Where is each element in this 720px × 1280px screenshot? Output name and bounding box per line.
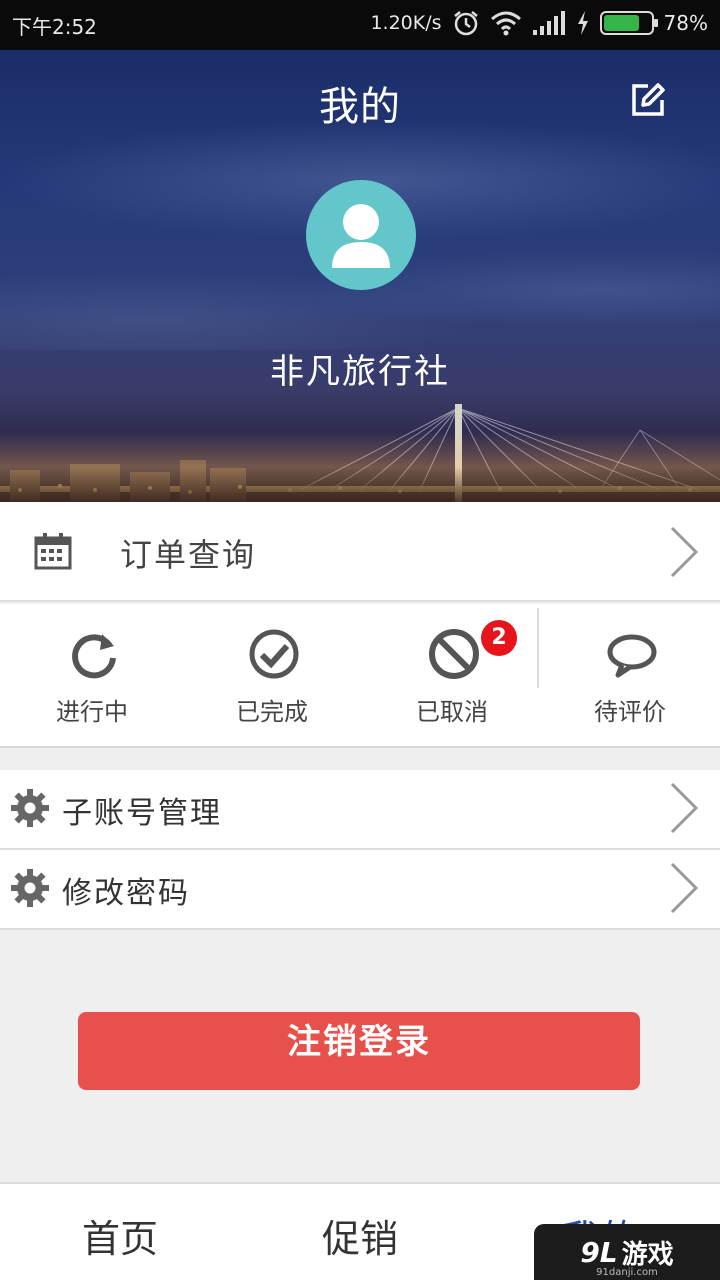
page-title: 我的: [319, 84, 401, 130]
tab-completed[interactable]: 已完成: [182, 604, 362, 748]
order-query-label: 订单查询: [120, 536, 257, 574]
username: 非凡旅行社: [270, 352, 450, 392]
tab-pending-review[interactable]: 待评价: [540, 604, 720, 748]
signal-icon: [532, 11, 565, 35]
watermark-logo: 9L: [580, 1235, 618, 1269]
tab-cancelled[interactable]: 已取消: [362, 604, 542, 748]
charging-icon: [577, 11, 588, 35]
chevron-right-icon: [670, 782, 699, 834]
tab-label: 已完成: [236, 698, 308, 726]
chevron-right-icon: [670, 526, 699, 578]
refresh-icon: [72, 634, 116, 679]
settings-list: 子账号管理 修改密码: [0, 770, 720, 930]
nav-home[interactable]: 首页: [82, 1208, 158, 1263]
watermark-text: 游戏: [621, 1239, 674, 1270]
city-lights: [0, 432, 720, 502]
wifi-icon: [490, 11, 521, 36]
cancelled-count-badge: 2: [481, 620, 517, 656]
order-query-row[interactable]: 订单查询: [0, 502, 720, 602]
avatar[interactable]: [306, 180, 416, 290]
logout-button[interactable]: 注销登录: [78, 1012, 640, 1090]
calendar-icon: [34, 533, 72, 570]
alarm-icon: [453, 11, 478, 36]
edit-icon[interactable]: [628, 80, 668, 120]
tab-label: 已取消: [416, 698, 488, 726]
tab-label: 进行中: [56, 698, 128, 726]
tab-divider: [537, 608, 539, 688]
order-status-tabs: 进行中 已完成 已取消 2 待评价: [0, 604, 720, 748]
battery-percent: 78%: [663, 11, 708, 35]
change-password-label: 修改密码: [62, 876, 190, 911]
tab-label: 待评价: [594, 698, 666, 726]
profile-header: 我的 非凡旅行社: [0, 50, 720, 502]
tab-in-progress[interactable]: 进行中: [2, 604, 182, 748]
sub-account-label: 子账号管理: [62, 796, 222, 831]
watermark: 9L 游戏 91danji.com: [534, 1224, 720, 1280]
status-right: 1.20K/s 78%: [370, 9, 708, 37]
battery-icon: [599, 11, 658, 35]
nav-promotions[interactable]: 促销: [322, 1208, 398, 1263]
change-password-row[interactable]: 修改密码: [0, 850, 720, 930]
watermark-url: 91danji.com: [596, 1267, 658, 1278]
bottom-nav: 首页 促销 我的 9L 游戏 91danji.com: [0, 1182, 720, 1280]
check-circle-icon: [249, 629, 299, 679]
gear-icon: [11, 869, 49, 907]
user-icon: [332, 204, 390, 268]
ban-icon: [429, 629, 479, 679]
sub-account-row[interactable]: 子账号管理: [0, 770, 720, 850]
gear-icon: [11, 789, 49, 827]
net-speed: 1.20K/s: [370, 12, 442, 34]
chevron-right-icon: [670, 862, 699, 914]
status-time: 下午2:52: [12, 15, 97, 39]
status-bar: 下午2:52 1.20K/s 78%: [0, 0, 720, 50]
battery-fill: [603, 15, 640, 31]
comment-icon: [607, 634, 657, 678]
